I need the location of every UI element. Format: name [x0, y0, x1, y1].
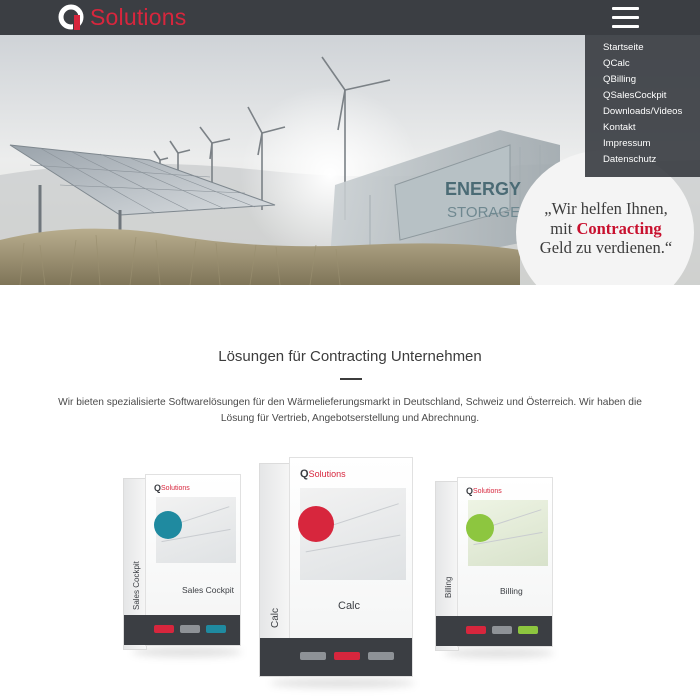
feature-chip [466, 626, 486, 634]
nav-item-qcalc[interactable]: QCalc [603, 56, 700, 72]
product-logo-mark: Q [300, 468, 309, 480]
product-spine-billing: Billing [444, 576, 453, 598]
product-badge [298, 506, 334, 542]
quote-highlight: Contracting [576, 218, 662, 238]
feature-chip [180, 625, 200, 633]
quote-line-2-prefix: mit [550, 218, 577, 238]
intro-paragraph: Wir bieten spezialisierte Softwarelösung… [58, 397, 642, 424]
nav-item-startseite[interactable]: Startseite [603, 40, 700, 56]
feature-chip [154, 625, 174, 633]
feature-chip [206, 625, 226, 633]
feature-chip [518, 626, 538, 634]
quote-line-2: mit Contracting [526, 219, 686, 239]
feature-chip [334, 652, 360, 660]
product-logo: Q Solutions [466, 486, 502, 496]
product-brand-text: Solutions [308, 469, 346, 479]
product-brand-text: Solutions [161, 484, 190, 492]
product-box-billing[interactable]: Q Solutions Billing Billing [436, 478, 554, 658]
product-box-sales-cockpit[interactable]: Q Solutions Sales Cockpit Sales Cockpit [124, 475, 242, 657]
product-logo: Q Solutions [154, 483, 190, 493]
nav-item-qbilling[interactable]: QBilling [603, 72, 700, 88]
product-logo-mark: Q [466, 486, 474, 496]
hero-quote: „Wir helfen Ihnen, mit Contracting Geld … [526, 199, 686, 258]
hamburger-menu-icon[interactable] [612, 7, 639, 28]
container-energy-text: ENERGY [445, 179, 521, 199]
nav-item-datenschutz[interactable]: Datenschutz [603, 152, 700, 168]
product-spine-sales-cockpit: Sales Cockpit [132, 561, 141, 610]
quote-line-3: Geld zu verdienen.“ [539, 238, 673, 257]
nav-item-impressum[interactable]: Impressum [603, 136, 700, 152]
brand-logo-text: Solutions [90, 4, 187, 30]
brand-logo[interactable]: Solutions [58, 3, 186, 32]
top-navigation-bar: Solutions [0, 0, 700, 35]
nav-item-qsalescockpit[interactable]: QSalesCockpit [603, 88, 700, 104]
product-logo-mark: Q [154, 483, 162, 493]
product-name-billing: Billing [500, 586, 523, 596]
container-storage-text: STORAGE [447, 204, 520, 221]
section-title: Lösungen für Contracting Unternehmen [218, 348, 482, 365]
quote-line-1: „Wir helfen Ihnen, [544, 199, 668, 218]
product-name-sales-cockpit: Sales Cockpit [182, 585, 234, 595]
title-divider [340, 378, 362, 380]
nav-item-downloads-videos[interactable]: Downloads/Videos [603, 104, 700, 120]
product-box-calc[interactable]: Q Solutions Calc Calc [260, 458, 415, 688]
product-spine-calc: Calc [270, 607, 281, 628]
brand-logo-mark-icon [58, 4, 84, 30]
product-brand-text: Solutions [473, 487, 502, 495]
feature-chip [368, 652, 394, 660]
nav-item-kontakt[interactable]: Kontakt [603, 120, 700, 136]
product-badge [466, 514, 494, 542]
feature-chip [492, 626, 512, 634]
product-logo: Q Solutions [300, 468, 346, 480]
feature-chip [300, 652, 326, 660]
dropdown-navigation-menu: Startseite QCalc QBilling QSalesCockpit … [585, 35, 700, 177]
product-badge [154, 511, 182, 539]
product-name-calc: Calc [338, 600, 361, 612]
